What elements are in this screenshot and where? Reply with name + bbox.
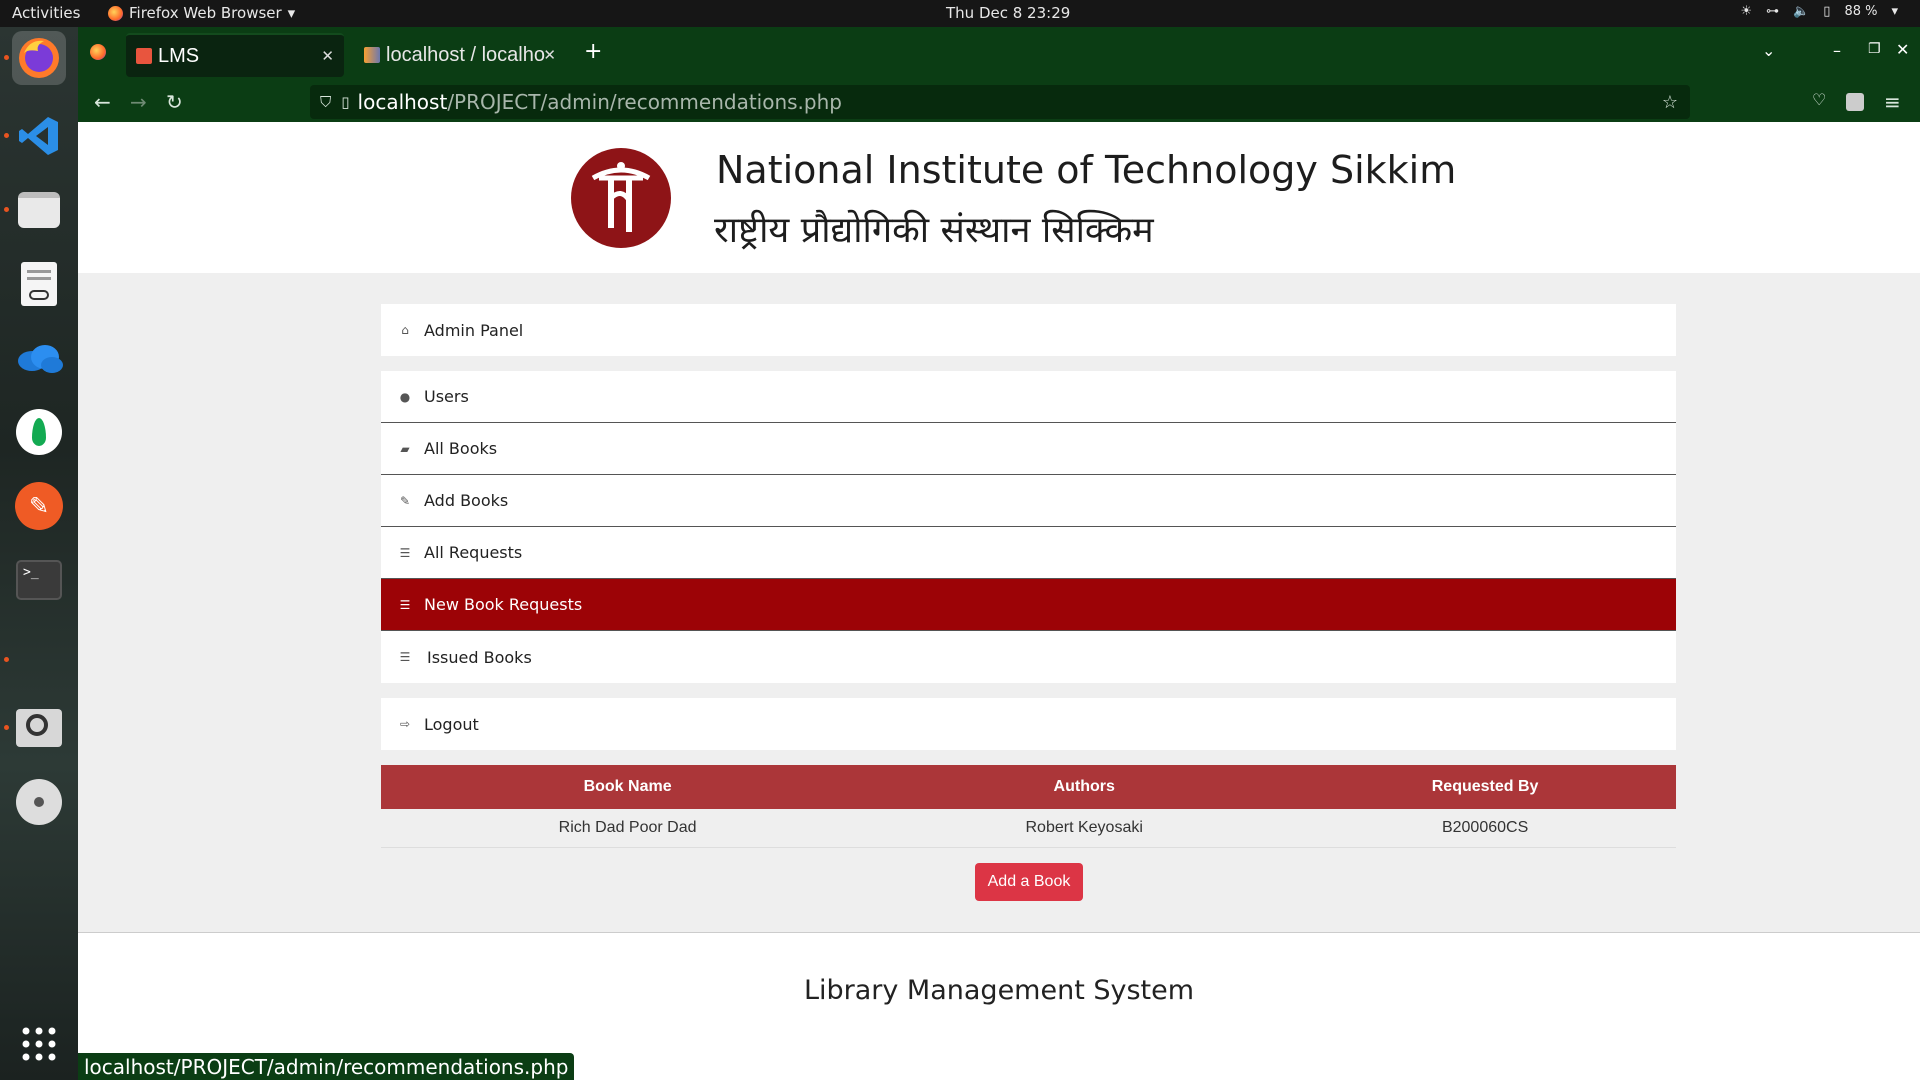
vscode-icon[interactable]	[12, 109, 66, 163]
add-a-book-button[interactable]: Add a Book	[975, 863, 1083, 901]
table-header-row: Book Name Authors Requested By	[381, 765, 1676, 809]
clock[interactable]: Thu Dec 8 23:29	[946, 4, 1070, 22]
menu-label: Issued Books	[427, 647, 532, 667]
requested-by-cell: B200060CS	[1294, 809, 1676, 848]
url-path: /PROJECT/admin/recommendations.php	[447, 90, 842, 114]
site-header: National Institute of Technology Sikkim …	[78, 122, 1920, 273]
pocket-icon[interactable]: ♡	[1812, 90, 1826, 109]
table-row: Rich Dad Poor Dad Robert Keyosaki B20006…	[381, 809, 1676, 848]
menu-all-books[interactable]: ▰ All Books	[381, 423, 1676, 475]
firefox-icon[interactable]	[12, 31, 66, 85]
new-book-requests-table: Book Name Authors Requested By Rich Dad …	[381, 765, 1676, 848]
restore-icon[interactable]: ❐	[1868, 41, 1881, 57]
menu-users[interactable]: ● Users	[381, 371, 1676, 423]
url-bar[interactable]: ⛉ ▯ localhost/PROJECT/admin/recommendati…	[310, 85, 1690, 119]
navigation-bar: ← → ↻ ⛉ ▯ localhost/PROJECT/admin/recomm…	[78, 82, 1920, 122]
phpmyadmin-icon	[364, 47, 380, 63]
menu-logout[interactable]: ⇨ Logout	[381, 698, 1676, 750]
activities-button[interactable]: Activities	[12, 4, 80, 22]
book-name-cell: Rich Dad Poor Dad	[381, 809, 875, 848]
authors-cell: Robert Keyosaki	[874, 809, 1295, 848]
list-icon: ☰	[399, 597, 411, 612]
menu-add-books[interactable]: ✎ Add Books	[381, 475, 1676, 527]
menu-new-book-requests[interactable]: ☰ New Book Requests	[381, 579, 1676, 631]
close-icon[interactable]: ✕	[543, 46, 556, 64]
menu-all-requests[interactable]: ☰ All Requests	[381, 527, 1676, 579]
account-icon[interactable]	[1846, 93, 1864, 111]
disc-icon[interactable]	[12, 775, 66, 829]
postman-icon[interactable]: ✎	[12, 479, 66, 533]
chevron-down-icon: ▾	[1891, 4, 1898, 19]
institute-title-english: National Institute of Technology Sikkim	[716, 148, 1457, 192]
list-icon: ☰	[399, 650, 411, 664]
edit-icon: ✎	[399, 493, 411, 508]
close-icon[interactable]: ✕	[321, 47, 334, 65]
tab-localhost[interactable]: localhost / localho ✕	[356, 33, 566, 77]
list-icon: ☰	[399, 545, 411, 560]
reload-icon[interactable]: ↻	[166, 90, 183, 114]
browser-window: LMS ✕ localhost / localho ✕ + ⌄ – ❐ ✕ ← …	[78, 27, 1920, 1080]
book-icon: ▰	[400, 441, 410, 456]
dock: ✎ >_	[0, 27, 78, 1080]
brightness-icon: ☀	[1740, 4, 1753, 19]
network-icon: ⊶	[1766, 4, 1780, 19]
admin-panel-box: ⌂ Admin Panel	[381, 304, 1676, 356]
battery-icon: ▯	[1823, 4, 1831, 19]
menu-label: Admin Panel	[424, 320, 524, 340]
chevron-down-icon[interactable]: ⌄	[1762, 41, 1775, 60]
volume-icon: 🔈	[1793, 4, 1810, 19]
image-viewer-icon[interactable]	[12, 701, 66, 755]
back-icon[interactable]: ←	[94, 90, 111, 114]
menu-issued-books[interactable]: ☰ Issued Books	[381, 631, 1676, 683]
institute-title-hindi: राष्ट्रीय प्रौद्योगिकी संस्थान सिक्किम	[714, 210, 1154, 251]
menu-admin-panel[interactable]: ⌂ Admin Panel	[381, 304, 1676, 356]
system-tray[interactable]: ☀ ⊶ 🔈 ▯ 88 % ▾	[1740, 4, 1898, 19]
files-icon[interactable]	[12, 183, 66, 237]
menu-label: Users	[424, 387, 469, 406]
page-icon[interactable]: ▯	[341, 93, 349, 111]
close-window-icon[interactable]: ✕	[1896, 40, 1909, 59]
mongodb-compass-icon[interactable]	[12, 405, 66, 459]
admin-menu: ● Users ▰ All Books ✎ Add Books ☰ All Re…	[381, 371, 1676, 683]
chevron-down-icon: ▾	[287, 4, 296, 22]
user-icon: ●	[399, 389, 411, 404]
page-content: National Institute of Technology Sikkim …	[78, 122, 1920, 1080]
terminal-icon[interactable]: >_	[12, 553, 66, 607]
forward-icon[interactable]: →	[130, 90, 147, 114]
column-header: Requested By	[1294, 765, 1676, 809]
column-header: Book Name	[381, 765, 875, 809]
menu-label: All Requests	[424, 543, 523, 562]
menu-label: New Book Requests	[424, 595, 583, 614]
menu-label: Add Books	[424, 491, 509, 510]
firefox-view-icon[interactable]	[90, 44, 106, 60]
menu-label: Logout	[424, 714, 479, 734]
onedrive-icon[interactable]	[12, 331, 66, 385]
footer-title: Library Management System	[803, 975, 1195, 1006]
logout-icon: ⇨	[399, 717, 411, 731]
firefox-icon	[108, 5, 123, 21]
url-host: localhost	[357, 90, 448, 114]
minimize-icon[interactable]: –	[1833, 41, 1841, 60]
tab-label: localhost / localho	[386, 43, 545, 66]
link-status-bar: localhost/PROJECT/admin/recommendations.…	[78, 1053, 575, 1080]
app-menu[interactable]: Firefox Web Browser ▾	[108, 4, 295, 22]
battery-percent: 88 %	[1844, 4, 1878, 19]
app-grid-icon[interactable]	[12, 1017, 66, 1071]
tab-lms[interactable]: LMS ✕	[126, 33, 344, 77]
column-header: Authors	[874, 765, 1295, 809]
shield-icon[interactable]: ⛉	[320, 93, 331, 111]
system-top-bar: Activities Firefox Web Browser ▾ Thu Dec…	[0, 0, 1920, 27]
xampp-icon	[136, 48, 152, 64]
app-menu-label: Firefox Web Browser	[129, 4, 282, 22]
tab-label: LMS	[158, 44, 200, 67]
logout-box: ⇨ Logout	[381, 698, 1676, 750]
document-viewer-icon[interactable]	[12, 257, 66, 311]
menu-label: All Books	[424, 439, 498, 458]
menu-icon[interactable]: ≡	[1884, 90, 1901, 114]
tab-bar: LMS ✕ localhost / localho ✕ + ⌄ – ❐ ✕	[78, 27, 1920, 82]
home-icon: ⌂	[401, 323, 409, 337]
bookmark-star-icon[interactable]: ☆	[1662, 92, 1678, 113]
new-tab-icon[interactable]: +	[584, 39, 602, 64]
institute-logo	[571, 148, 671, 248]
